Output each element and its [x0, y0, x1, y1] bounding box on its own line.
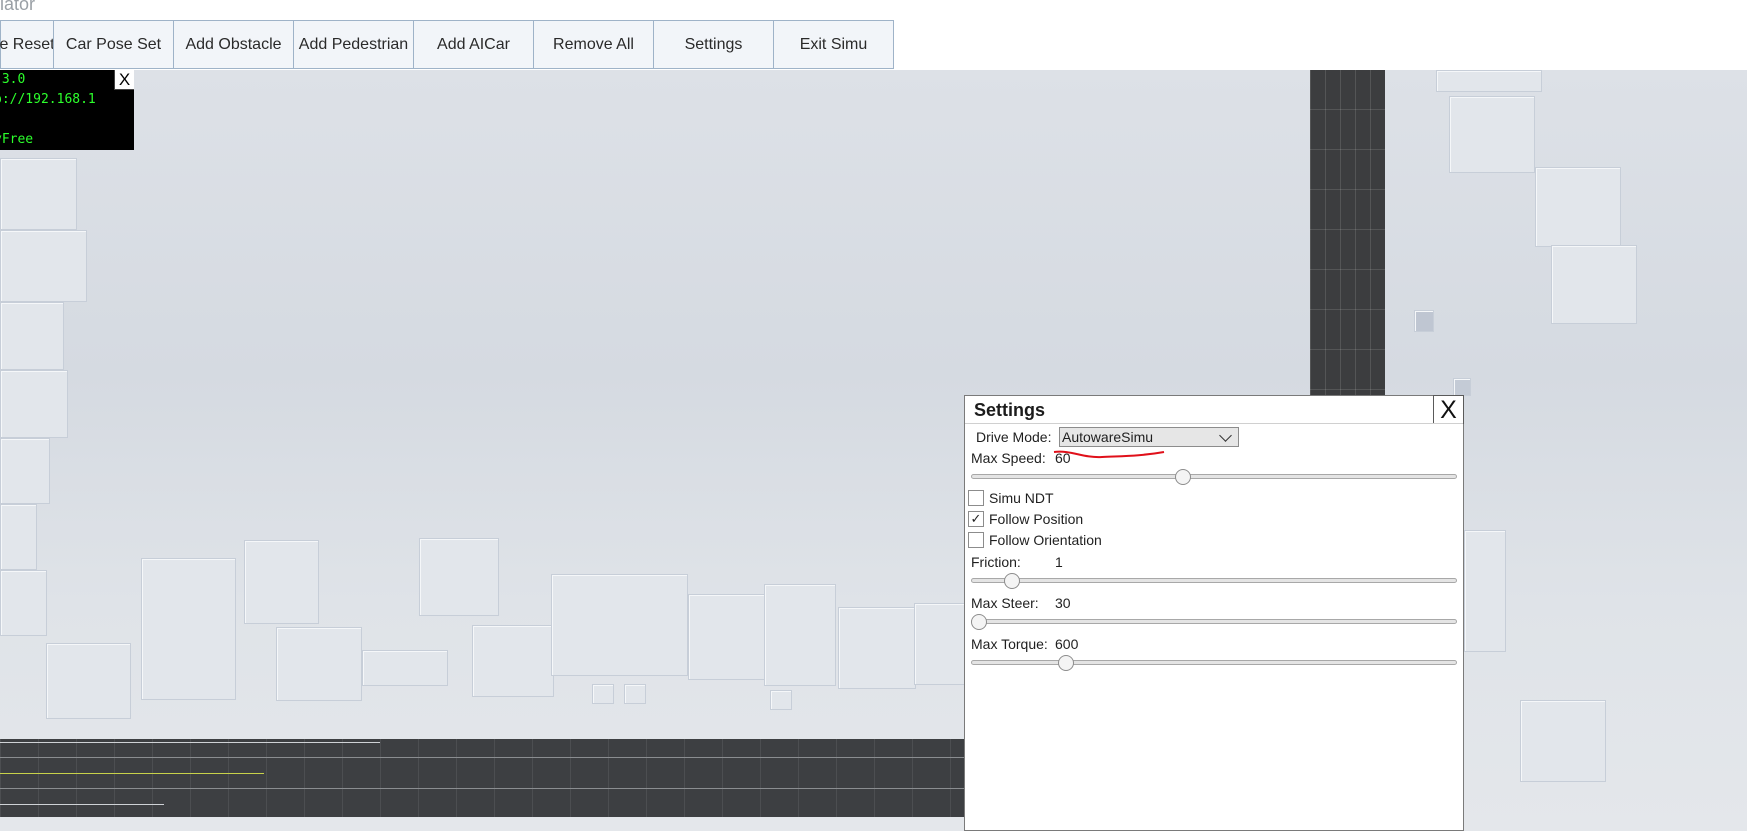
overlay-line: p://192.168.1: [0, 92, 96, 107]
grid-line: [0, 804, 164, 805]
building: [551, 574, 688, 676]
overlay-line: yFree: [0, 132, 34, 147]
max-torque-label: Max Torque:: [971, 636, 1048, 652]
building: [362, 650, 448, 686]
building: [1414, 310, 1434, 332]
add-obstacle-button[interactable]: Add Obstacle: [173, 20, 294, 69]
building: [0, 158, 77, 230]
follow-orientation-checkbox[interactable]: [968, 532, 984, 548]
building: [1464, 530, 1506, 652]
building: [764, 584, 836, 686]
friction-label: Friction:: [971, 554, 1021, 570]
drive-mode-label: Drive Mode:: [976, 429, 1052, 445]
drive-mode-select[interactable]: AutowareSimu: [1059, 427, 1239, 447]
slider-track: [971, 619, 1457, 624]
building: [688, 594, 766, 680]
simu-ndt-checkbox[interactable]: [968, 490, 984, 506]
building: [0, 230, 87, 302]
overlay-close-button[interactable]: X: [114, 70, 134, 90]
drive-mode-value: AutowareSimu: [1062, 429, 1154, 445]
building: [0, 504, 37, 570]
friction-value: 1: [1055, 554, 1063, 570]
dialog-close-button[interactable]: X: [1433, 395, 1464, 424]
settings-button[interactable]: Settings: [653, 20, 774, 69]
building: [46, 643, 131, 719]
grid-line: [0, 788, 964, 789]
max-torque-value: 600: [1055, 636, 1079, 652]
building: [472, 625, 554, 697]
max-steer-value: 30: [1055, 595, 1071, 611]
dialog-title: Settings: [974, 400, 1046, 420]
chevron-down-icon: [1219, 429, 1232, 442]
status-overlay: .3.0 p://192.168.1 : yFree X: [0, 70, 134, 150]
building: [0, 302, 64, 370]
red-underline-annotation: [1053, 450, 1165, 459]
building: [1535, 167, 1621, 247]
follow-position-checkbox[interactable]: ✓: [968, 511, 984, 527]
max-steer-slider[interactable]: [971, 614, 1457, 630]
friction-slider[interactable]: [971, 573, 1457, 589]
building: [419, 538, 499, 616]
max-speed-label: Max Speed:: [971, 450, 1046, 466]
building: [1449, 96, 1535, 173]
simulation-viewport[interactable]: [0, 70, 1747, 831]
building: [838, 607, 916, 689]
building: [770, 690, 792, 710]
road-segment: [1310, 70, 1385, 395]
building: [592, 684, 614, 704]
window-title: ulator: [0, 0, 36, 14]
follow-orientation-label: Follow Orientation: [989, 532, 1102, 548]
grid-line: [0, 742, 380, 743]
slider-track: [971, 578, 1457, 583]
slider-track: [971, 474, 1457, 479]
building: [1453, 378, 1471, 396]
path-line: [0, 773, 264, 774]
building: [1520, 700, 1606, 782]
building: [276, 627, 362, 701]
max-speed-slider[interactable]: [971, 469, 1457, 485]
building: [0, 570, 47, 636]
divider: [965, 423, 1463, 424]
simu-ndt-label: Simu NDT: [989, 490, 1054, 506]
reset-button[interactable]: e Reset: [0, 20, 55, 69]
max-steer-label: Max Steer:: [971, 595, 1039, 611]
slider-track: [971, 660, 1457, 665]
building: [624, 684, 646, 704]
app-top-bar: ulator e Reset Car Pose Set Add Obstacle…: [0, 0, 1747, 70]
building: [244, 540, 319, 624]
overlay-line: .3.0: [0, 72, 26, 87]
follow-position-label: Follow Position: [989, 511, 1084, 527]
add-aicar-button[interactable]: Add AICar: [413, 20, 534, 69]
building: [1436, 70, 1542, 92]
car-pose-set-button[interactable]: Car Pose Set: [53, 20, 174, 69]
building: [141, 558, 236, 700]
ground-grid: [0, 739, 964, 817]
add-pedestrian-button[interactable]: Add Pedestrian: [293, 20, 414, 69]
remove-all-button[interactable]: Remove All: [533, 20, 654, 69]
building: [914, 603, 968, 685]
building: [1551, 245, 1637, 324]
building: [0, 370, 68, 438]
overlay-line: :: [0, 112, 2, 127]
building: [0, 438, 50, 504]
exit-simu-button[interactable]: Exit Simu: [773, 20, 894, 69]
slider-thumb[interactable]: [971, 614, 987, 630]
max-torque-slider[interactable]: [971, 655, 1457, 671]
settings-dialog: Settings X Drive Mode: AutowareSimu Max …: [964, 395, 1464, 831]
grid-line: [0, 757, 964, 758]
toolbar: e Reset Car Pose Set Add Obstacle Add Pe…: [0, 20, 894, 69]
slider-thumb[interactable]: [1057, 655, 1074, 671]
slider-thumb[interactable]: [1174, 469, 1191, 485]
slider-thumb[interactable]: [1003, 573, 1020, 589]
